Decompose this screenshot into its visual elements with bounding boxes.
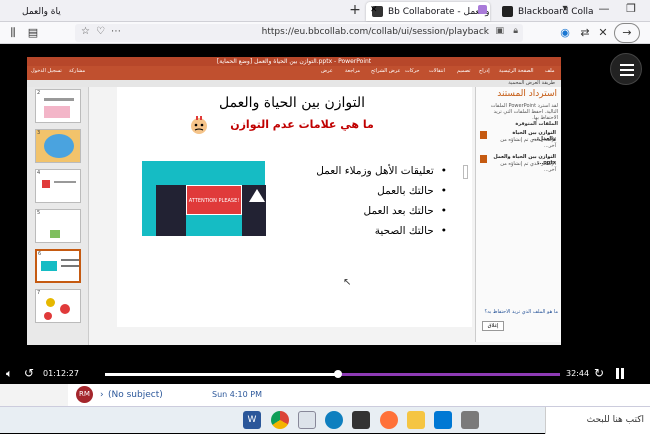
word-icon[interactable]: W: [243, 411, 261, 429]
browser-tab-strip: ▾ — ❐ ياة والعمل + Bb Collaborate - ياة …: [0, 0, 650, 22]
pause-icon[interactable]: [616, 368, 619, 379]
elapsed-time: 01:12:27: [43, 369, 79, 378]
slide-thumb-7[interactable]: 7: [35, 289, 81, 323]
bullet-item: حالتك بالعمل: [297, 185, 447, 197]
chrome-icon[interactable]: [271, 411, 289, 429]
recovery-title: استرداد المستند: [497, 89, 557, 99]
firefox-icon[interactable]: [380, 411, 398, 429]
pp-protected-view-bar: طريقة العرض المحمية: [27, 80, 561, 87]
lock-icon[interactable]: 🔒︎: [513, 26, 518, 36]
slide-bullets: تعليقات الأهل وزملاء العمل حالتك بالعمل …: [297, 165, 447, 245]
pptx-file-icon: [480, 155, 487, 163]
taskbar-search[interactable]: اكتب هنا للبحث: [545, 407, 650, 434]
slide-subtitle: ما هي علامات عدم التوازن: [230, 118, 374, 131]
pocket-icon[interactable]: ♡: [96, 26, 105, 37]
browser-nav-bar: ⫼ ▤ ☆ ♡ ⋯ https://eu.bbcollab.com/collab…: [0, 22, 650, 44]
slide-thumb-5[interactable]: 5: [35, 209, 81, 243]
recovered-file-2[interactable]: التوازن بين الحياة والعمل pptx... الإصدا…: [478, 153, 558, 173]
taskbar: W اكتب هنا للبحث: [0, 406, 650, 434]
chat-row[interactable]: RM › (No subject) Sun 4:10 PM: [0, 384, 650, 406]
recovered-file-1[interactable]: التوازن بين الحياة والعمل... الإصدار الذ…: [478, 129, 558, 149]
expand-chevron-icon[interactable]: ›: [100, 390, 104, 400]
reader-view-icon[interactable]: ▤: [26, 24, 40, 42]
tab-1[interactable]: ياة والعمل: [0, 2, 92, 21]
url-text: https://eu.bbcollab.com/collab/ui/sessio…: [261, 27, 489, 37]
document-recovery-pane: استرداد المستند لقد استرد PowerPoint الم…: [475, 87, 561, 342]
current-slide: التوازن بين الحياة والعمل ما هي علامات ع…: [117, 87, 472, 327]
forward-skip-icon[interactable]: ↻: [594, 366, 604, 380]
slide-thumbnails: 2 3 4 5 6 7: [27, 87, 89, 345]
replay-icon[interactable]: ↺: [24, 366, 34, 380]
tab-3[interactable]: Blackboard Collaborate Ultra -: [496, 2, 594, 21]
warning-triangle-icon: [249, 189, 265, 202]
volume-icon[interactable]: 🔈︎: [6, 367, 13, 381]
slide-thumb-4[interactable]: 4: [35, 169, 81, 203]
bookmark-star-icon[interactable]: ☆: [81, 26, 90, 37]
edge-icon[interactable]: [325, 411, 343, 429]
blackboard-favicon-icon: [502, 6, 513, 17]
store-icon[interactable]: [461, 411, 479, 429]
pp-ribbon-tabs: تسجيل الدخول مشاركة عرض مراجعة عرض الشرا…: [27, 66, 561, 80]
sync-icon[interactable]: ⇄: [578, 24, 592, 42]
close-pane-button[interactable]: إغلاق: [482, 321, 504, 331]
tab-audio-icon: [478, 5, 487, 14]
url-bar[interactable]: ☆ ♡ ⋯ https://eu.bbcollab.com/collab/ui/…: [75, 24, 523, 42]
menu-button[interactable]: [610, 53, 642, 85]
pp-share: مشاركة: [69, 68, 86, 74]
slide-thumb-6[interactable]: 6: [35, 249, 81, 283]
bullet-item: تعليقات الأهل وزملاء العمل: [297, 165, 447, 177]
attention-please-illustration: ATTENTION PLEASE!: [142, 161, 266, 236]
pp-signin: تسجيل الدخول: [31, 68, 62, 74]
progress-handle[interactable]: [334, 370, 342, 378]
stop-icon[interactable]: ✕: [596, 24, 610, 42]
confused-face-icon: [187, 115, 211, 135]
folder-icon[interactable]: [407, 411, 425, 429]
app-icon[interactable]: [352, 411, 370, 429]
progress-played: [105, 373, 338, 376]
hamburger-icon: [620, 64, 634, 66]
permissions-icon[interactable]: ▣: [495, 26, 504, 36]
slide-thumb-3[interactable]: 3: [35, 129, 81, 163]
chat-time: Sun 4:10 PM: [212, 390, 262, 399]
slide-thumb-2[interactable]: 2: [35, 89, 81, 123]
tab-close-icon[interactable]: ✕: [370, 5, 378, 15]
file-explorer-icon[interactable]: [298, 411, 316, 429]
minimize-icon[interactable]: —: [594, 0, 614, 18]
pptx-file-icon: [480, 131, 487, 139]
chat-subject: (No subject): [108, 390, 163, 400]
outlook-icon[interactable]: [434, 411, 452, 429]
pp-title-bar: [وضع الحماية] التوازن بين الحياة والعمل.…: [27, 57, 561, 66]
forward-button[interactable]: →: [614, 23, 640, 43]
slide-title: التوازن بين الحياة والعمل: [218, 95, 366, 111]
shared-powerpoint-window: [وضع الحماية] التوازن بين الحياة والعمل.…: [27, 57, 561, 345]
restore-icon[interactable]: ❐: [620, 0, 642, 18]
duration-time: 32:44: [566, 369, 590, 378]
shield-icon[interactable]: ◉: [558, 24, 572, 42]
which-file-link[interactable]: ما هو الملف الذي تريد الاحتفاظ به؟: [485, 309, 558, 315]
attention-sign: ATTENTION PLEASE!: [186, 185, 265, 215]
new-tab-button[interactable]: +: [345, 1, 365, 19]
pp-scrollbar-thumb[interactable]: [463, 165, 468, 179]
mouse-cursor-icon: ↖: [343, 277, 352, 288]
left-arm: [156, 185, 186, 236]
bullet-item: حالتك بعد العمل: [297, 205, 447, 217]
tab-2[interactable]: Bb Collaborate - ياة والعمل: [366, 2, 490, 21]
bullet-item: حالتك الصحية: [297, 225, 447, 237]
playback-controls: 🔈︎ ↺ 01:12:27 32:44 ↻: [0, 364, 650, 384]
avatar: RM: [76, 386, 93, 403]
more-icon[interactable]: ⋯: [111, 26, 121, 37]
library-icon[interactable]: ⫼: [6, 24, 20, 42]
